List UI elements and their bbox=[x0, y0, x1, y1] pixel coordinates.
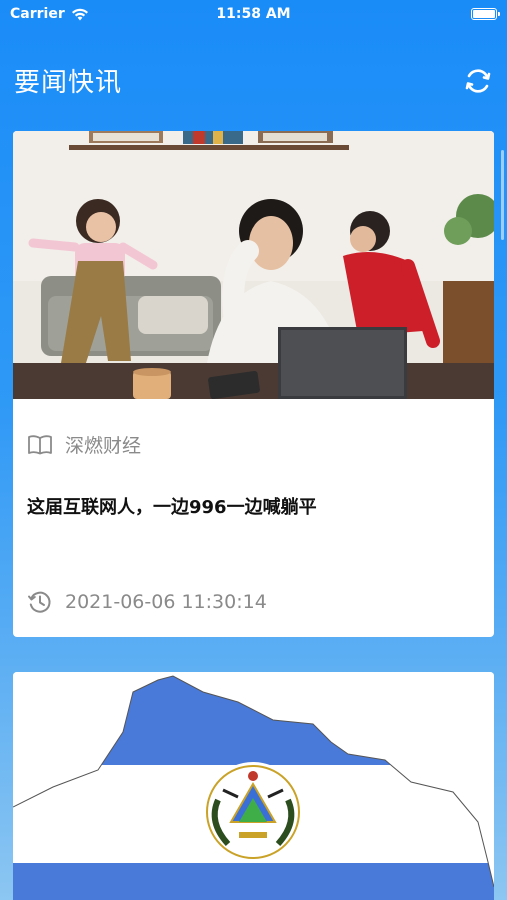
page-title: 要闻快讯 bbox=[14, 68, 123, 98]
book-icon bbox=[28, 434, 52, 454]
news-card[interactable] bbox=[13, 672, 494, 900]
news-card[interactable]: 深燃财经 这届互联网人，一边996一边喊躺平 2021-06-06 11:30:… bbox=[13, 131, 494, 637]
article-source: 深燃财经 bbox=[27, 431, 141, 458]
time-label: 2021-06-06 11:30:14 bbox=[65, 591, 267, 613]
article-image bbox=[13, 131, 494, 399]
refresh-icon[interactable] bbox=[463, 66, 493, 96]
status-bar: Carrier 11:58 AM bbox=[0, 0, 507, 28]
article-time: 2021-06-06 11:30:14 bbox=[27, 589, 267, 615]
clock: 11:58 AM bbox=[216, 6, 291, 22]
article-image bbox=[13, 672, 494, 900]
history-icon bbox=[28, 591, 51, 613]
source-label: 深燃财经 bbox=[65, 435, 142, 457]
article-title[interactable]: 这届互联网人，一边996一边喊躺平 bbox=[27, 493, 317, 519]
battery-icon bbox=[471, 8, 500, 20]
nav-bar: 要闻快讯 bbox=[0, 28, 507, 108]
scroll-indicator[interactable] bbox=[501, 150, 504, 240]
